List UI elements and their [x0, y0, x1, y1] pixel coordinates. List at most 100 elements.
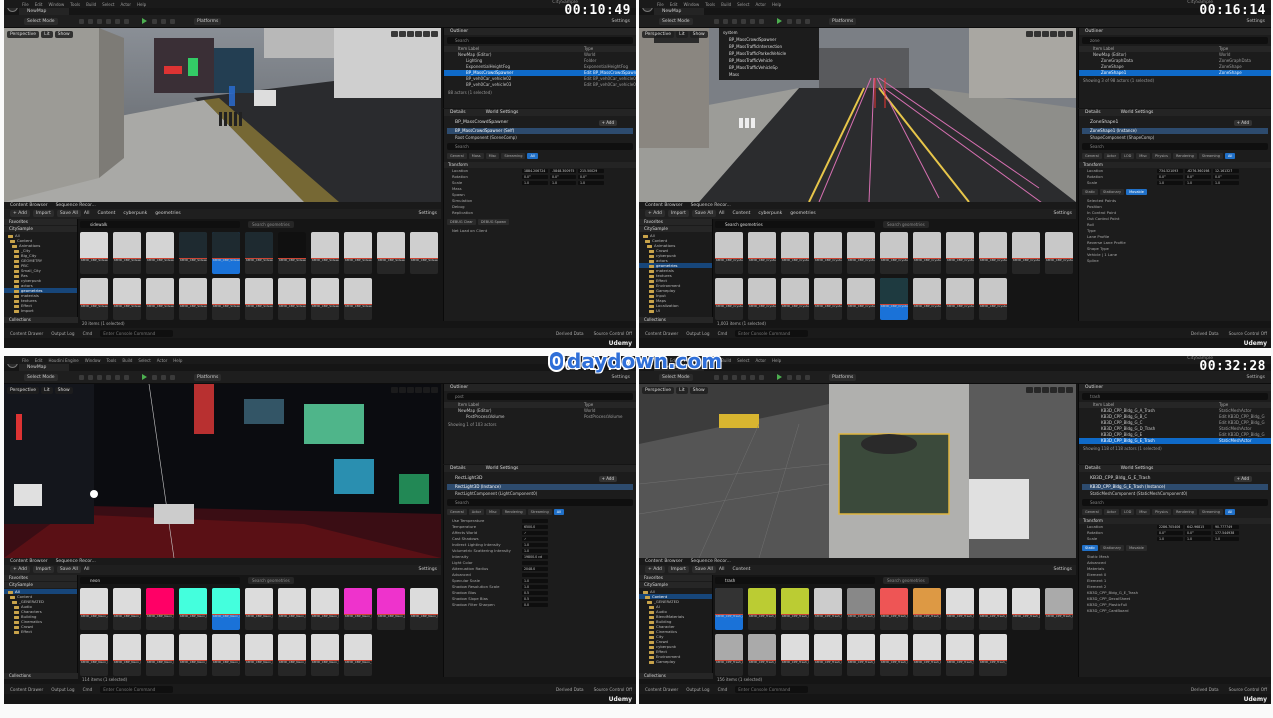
asset-search-input[interactable]: trash	[715, 577, 875, 584]
snap-icon-4[interactable]	[423, 31, 430, 37]
category-tab[interactable]: Streaming	[1198, 153, 1223, 159]
tab-world-settings[interactable]: World Settings	[486, 465, 519, 472]
category-tab[interactable]: LOD	[1121, 509, 1135, 515]
cmd-selector[interactable]: Cmd	[718, 331, 728, 336]
toolbar-icon-5[interactable]	[124, 19, 129, 24]
tab-world-settings[interactable]: World Settings	[1121, 465, 1154, 472]
category-tab[interactable]: Streaming	[1198, 509, 1223, 515]
tab-details[interactable]: Details	[450, 109, 466, 116]
asset-filter-hint[interactable]: Search geometries	[248, 221, 294, 228]
property-value-field[interactable]: 12.161327	[1213, 169, 1239, 173]
asset-tile[interactable]: KB3D_CBP_Neon_H	[311, 588, 339, 630]
toolbar-icon-2[interactable]	[732, 19, 737, 24]
toolbar-icon-5[interactable]	[124, 375, 129, 380]
toolbar-icon-4[interactable]	[750, 19, 755, 24]
column-item-label[interactable]: Item Label	[1093, 46, 1114, 51]
select-mode-button[interactable]: Select Mode	[659, 374, 693, 381]
snap-icon-4[interactable]	[423, 387, 430, 393]
save-all-button[interactable]: Save All	[56, 210, 81, 217]
asset-tile[interactable]: KB3D_CBP_Sidewalk_H	[311, 232, 339, 274]
mobility-option[interactable]: Movable	[1126, 545, 1147, 551]
menu-item-window[interactable]: Window	[48, 2, 64, 7]
component-row[interactable]: RectLight3D (Instance)	[447, 484, 633, 490]
overlay-item[interactable]: BP_MassTrafficVehicleSp	[721, 64, 817, 71]
asset-tile[interactable]: KB3D_CPP_Trash_M	[748, 634, 776, 676]
toolbar-icon-1[interactable]	[88, 375, 93, 380]
snap-icon-2[interactable]	[407, 31, 414, 37]
category-tab[interactable]: General	[1082, 509, 1102, 515]
asset-tile[interactable]: KB3D_CBP_Neon_L	[80, 634, 108, 676]
property-value-field[interactable]: 1.0	[522, 549, 548, 553]
overlay-item[interactable]: system	[721, 29, 817, 36]
component-row[interactable]: ShapeComponent (ShapeComp)	[1082, 135, 1268, 141]
toolbar-icon-1[interactable]	[723, 375, 728, 380]
menu-item-file[interactable]: File	[657, 2, 664, 7]
toolbar-icon-4[interactable]	[115, 375, 120, 380]
menu-item-select[interactable]: Select	[737, 2, 749, 7]
asset-tile[interactable]: KB3D_CBP_Neon_K	[410, 588, 438, 630]
asset-tile[interactable]: KB3D_CPP_Trash_R	[913, 634, 941, 676]
category-tab[interactable]: All	[527, 153, 538, 159]
asset-tile[interactable]: KB3D_CBP_Sidewalk_I	[344, 232, 372, 274]
menu-item-help[interactable]: Help	[772, 2, 781, 7]
outliner-row[interactable]: BP_veh0Car_vehicle03 Edit BP_veh0Car_vehi…	[444, 82, 636, 88]
perspective-button[interactable]: Perspective	[7, 387, 40, 394]
property-value-field[interactable]: 0.0°	[1157, 531, 1183, 535]
overlay-item[interactable]: BP_MassTrafficParkedVehicle	[721, 50, 817, 57]
source-control-button[interactable]: Source Control Off	[594, 687, 632, 692]
asset-tile[interactable]: KB3D_CBP_Crystals_M	[748, 278, 776, 320]
asset-tile[interactable]: KB3D_CBP_Crystals_G	[913, 232, 941, 274]
category-tab[interactable]: Physics	[1152, 153, 1171, 159]
tab-content-browser[interactable]: Content Browser	[645, 558, 683, 565]
asset-tile[interactable]: KB3D_CBP_Sidewalk_M	[113, 278, 141, 320]
cmd-selector[interactable]: Cmd	[83, 687, 93, 692]
outliner-search-input[interactable]: post	[447, 393, 633, 400]
playback-icon-2[interactable]	[170, 375, 175, 380]
asset-tile[interactable]: KB3D_CBP_Neon_D	[179, 588, 207, 630]
property-value-field[interactable]: 1.0	[1185, 537, 1211, 541]
snap-icon-3[interactable]	[415, 31, 422, 37]
tab-details[interactable]: Details	[1085, 465, 1101, 472]
add-component-button[interactable]: + Add	[598, 476, 617, 482]
playback-icon-0[interactable]	[152, 19, 157, 24]
tab-sequence-recorder[interactable]: Sequence Recor...	[691, 558, 731, 565]
asset-tile[interactable]: KB3D_CPP_Trash_I	[979, 588, 1007, 630]
save-all-button[interactable]: Save All	[56, 566, 81, 573]
output-log-button[interactable]: Output Log	[51, 687, 74, 692]
asset-tile[interactable]: KB3D_CBP_Sidewalk_P	[212, 278, 240, 320]
import-button[interactable]: Import	[32, 210, 54, 217]
asset-tile[interactable]: KB3D_CPP_Trash_E	[847, 588, 875, 630]
playback-icon-0[interactable]	[787, 19, 792, 24]
asset-tile[interactable]: KB3D_CBP_Sidewalk_O	[179, 278, 207, 320]
property-value-field[interactable]: 734.521093	[1157, 169, 1183, 173]
snap-icon-0[interactable]	[1026, 31, 1033, 37]
project-header[interactable]: CitySample	[4, 582, 77, 588]
perspective-button[interactable]: Perspective	[7, 31, 40, 38]
collections-header[interactable]: Collections	[639, 673, 713, 679]
playback-icon-1[interactable]	[796, 375, 801, 380]
property-value-field[interactable]: 1.0	[1213, 181, 1239, 185]
cmd-selector[interactable]: Cmd	[718, 687, 728, 692]
toolbar-icon-0[interactable]	[79, 375, 84, 380]
category-tab[interactable]: Misc	[486, 509, 500, 515]
play-icon[interactable]	[142, 18, 147, 24]
import-button[interactable]: Import	[667, 566, 689, 573]
property-value-field[interactable]: 642.96815	[1185, 525, 1211, 529]
add-component-button[interactable]: + Add	[1233, 476, 1252, 482]
output-log-button[interactable]: Output Log	[686, 331, 709, 336]
map-tab[interactable]: NewMap	[19, 8, 69, 15]
menu-item-build[interactable]: Build	[721, 2, 731, 7]
category-tab[interactable]: All	[1224, 509, 1236, 515]
menu-item-help[interactable]: Help	[772, 358, 781, 363]
asset-tile[interactable]: KB3D_CBP_Neon_A	[80, 588, 108, 630]
playback-icon-0[interactable]	[152, 375, 157, 380]
component-row[interactable]: StaticMeshComponent (StaticMeshComponent…	[1082, 491, 1268, 497]
breadcrumb-item[interactable]: All	[719, 211, 725, 216]
asset-tile[interactable]: KB3D_CBP_Crystals_N	[781, 278, 809, 320]
asset-tile[interactable]: KB3D_CBP_Sidewalk_N	[146, 278, 174, 320]
component-row[interactable]: RectLightComponent (LightComponent0)	[447, 491, 633, 497]
asset-tile[interactable]: KB3D_CBP_Neon_F	[245, 588, 273, 630]
category-tab[interactable]: Actor	[1103, 509, 1120, 515]
save-all-button[interactable]: Save All	[691, 566, 716, 573]
menu-item-help[interactable]: Help	[173, 358, 182, 363]
